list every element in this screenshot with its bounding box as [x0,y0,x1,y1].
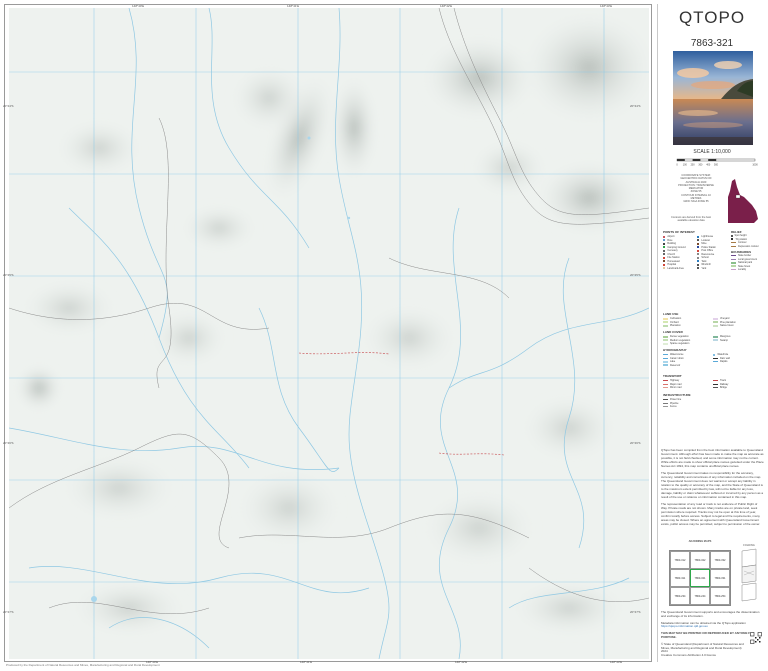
map-info-panel: QTOPO 7863-321 SCALE 1:10,000 0 100 200 … [657,4,765,662]
folding-diagram: FOLDING [738,544,760,606]
index-cell[interactable]: 7863-311 [670,569,690,587]
legend-section-title: LAND COVER [663,330,683,334]
legend-section-title: LAND USE [663,312,679,316]
folding-icon [741,549,757,602]
legend-item: Plantation [663,324,713,328]
index-cell[interactable]: 7863-312 [670,551,690,569]
legend-column: Power line Pipeline Fence [663,398,713,409]
footer-notes: The Queensland Government supports and e… [661,610,764,661]
index-cell[interactable]: 7863-322 [690,551,710,569]
legend-column: Lighthouse Lookout Mine Police Station P… [697,235,730,270]
index-cell[interactable]: 7863-331 [710,569,730,587]
disclaimer-paragraph: The Queensland Government takes no respo… [661,471,763,499]
disclaimer-paragraph: QTopo has been compiled from the best in… [661,448,764,468]
footer-line: The Queensland Government supports and e… [661,610,760,618]
edge-label-top: 148°42'E [440,4,453,8]
legend-column: Watercourse Canal / drain Lake Reservoir [663,353,713,367]
map-title: QTOPO [678,8,746,27]
edge-label-left: 20°44'S [3,104,14,108]
cover-photo-image [673,51,753,145]
legend-item: Reservoir [663,364,713,368]
edge-label-right: 20°45'S [630,273,641,277]
scale-tick-label: 0 [676,164,678,167]
legend-column: Track Railway Bridge [713,379,763,390]
index-cell[interactable]: 7863-332 [710,551,730,569]
disclaimer-text: QTopo has been compiled from the best in… [661,448,764,529]
topographic-map-sheet: 148°40'E 148°41'E 148°42'E 148°43'E 148°… [0,0,768,671]
metadata-link[interactable]: https://qtopo.information.qld.gov.au [661,624,708,628]
legend-item: Fence [663,405,677,409]
qr-code-icon [750,632,762,644]
legend-section-title: RELIEF [731,230,742,234]
scale-bar: 0 100 200 300 400 500 1000 [676,158,758,167]
legend-item: Swamp [713,339,763,343]
map-sheet-number: 7863-321 [690,38,734,49]
scale-tick-label: 500 [714,164,719,167]
edge-label-right: 20°47'S [630,610,641,614]
legend-column: Vineyard Pine plantation Native forest [713,317,763,328]
index-cell[interactable]: 7863-234 [670,587,690,605]
scale-ratio: SCALE 1:10,000 [693,149,731,155]
index-cell[interactable]: 7863-254 [710,587,730,605]
scale-tick-label: 1000 [752,164,758,167]
legend-column: RELIEF Spot height Trig station Contour … [731,230,763,272]
legend-item: Yard [697,267,730,271]
map-canvas[interactable] [9,8,649,659]
edge-label-left: 20°47'S [3,610,14,614]
footer-line: THIS MAP MAY BE PRINTED OR REPRODUCED BY… [661,631,762,639]
legend-column: Highway Major road Minor road [663,379,713,390]
locator-marker [735,194,741,199]
legend-section-title: TRANSPORT [663,374,682,378]
adjoining-maps-index: ADJOINING MAPS 7863-312 7863-322 7863-33… [666,540,734,606]
scale-tick-label: 400 [706,164,711,167]
legend-section-title: POINTS OF INTEREST [663,230,695,234]
scale-tick-label: 100 [683,164,688,167]
edge-label-bottom: 148°41'E [300,660,313,664]
legend: POINTS OF INTEREST Airport Bore Building… [663,230,763,440]
datum-line: COORDINATE SYSTEM: GEOCENTRIC DATUM OF A… [680,174,712,184]
datum-line: GRID: MGA ZONE 55 [683,200,709,204]
legend-column: Cultivation Orchard Plantation [663,317,713,328]
edge-label-top: 148°41'E [287,4,300,8]
footer-line: Metadata information can be obtained via… [661,620,746,629]
disclaimer-paragraph: The representation of any road or track … [661,502,761,526]
legend-item: Rapids [713,360,763,364]
legend-item: Depression contour [731,244,759,248]
edge-label-left: 20°46'S [3,441,14,445]
legend-item: Native forest [713,324,763,328]
legend-column: Mangrove Swamp [713,335,763,342]
footer-line: © State of Queensland (Department of Nat… [661,641,744,658]
edge-label-bottom: 148°42'E [455,660,468,664]
scale-tick-label: 300 [698,164,703,167]
legend-column: Airport Bore Building Camping Ground Cem… [663,235,696,270]
legend-section-title: HYDROGRAPHY [663,348,687,352]
index-cell-current: 7863-321 [690,569,710,587]
legend-item: Locality [731,268,747,272]
edge-label-bottom: 148°43'E [610,660,623,664]
datum-notes: COORDINATE SYSTEM: GEOCENTRIC DATUM OF A… [676,174,716,204]
legend-item: Landmark Area [663,267,696,271]
cover-photo [673,51,753,145]
edge-label-top: 148°43'E [600,4,613,8]
index-grid: 7863-312 7863-322 7863-332 7863-311 7863… [669,550,731,606]
edge-label-left: 20°45'S [3,273,14,277]
scale-tick-label: 200 [691,164,696,167]
index-cell[interactable]: 7863-244 [690,587,710,605]
legend-section-title: INFRASTRUCTURE [663,393,691,397]
edge-label-right: 20°46'S [630,441,641,445]
bottom-credit: Produced by the Department of Natural Re… [6,663,160,667]
index-title: ADJOINING MAPS [688,540,712,543]
legend-column: Dense vegetation Medium vegetation Spars… [663,335,713,346]
legend-column: Waterhole Dam wall Rapids [713,353,763,364]
queensland-locator-map [728,179,758,223]
terrain-map-svg [9,8,649,659]
legend-item: Sparse vegetation [663,342,713,346]
legend-item: Minor road [663,386,682,390]
edge-label-top: 148°40'E [132,4,145,8]
legend-item: Bridge [713,386,763,390]
edge-label-right: 20°44'S [630,104,641,108]
locator-note: Contours are derived from the best avail… [670,216,712,223]
legend-section-title: BOUNDARIES [731,250,752,254]
